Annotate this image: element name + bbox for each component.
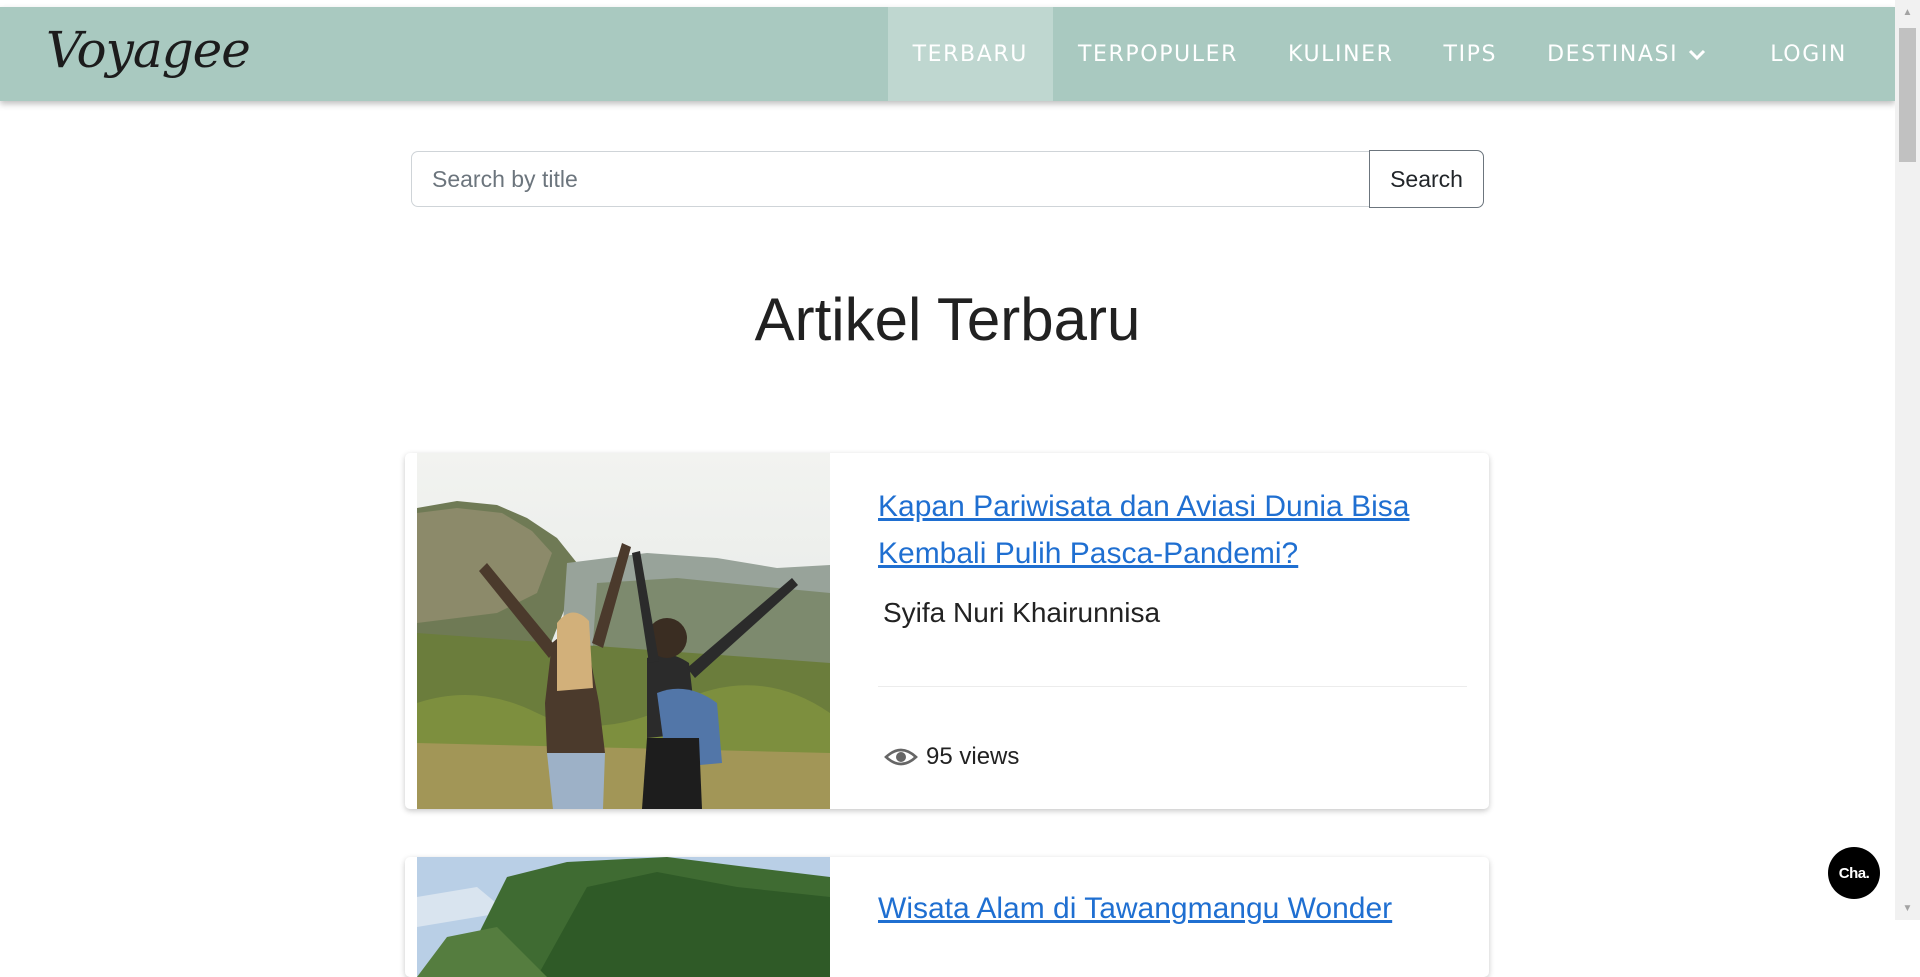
search-button[interactable]: Search <box>1369 150 1484 208</box>
article-body: Kapan Pariwisata dan Aviasi Dunia Bisa K… <box>878 483 1467 629</box>
nav-item-label: KULINER <box>1288 41 1394 67</box>
nav-item-kuliner[interactable]: KULINER <box>1263 7 1419 101</box>
nav-menu: TERBARU TERPOPULER KULINER TIPS DESTINAS… <box>887 7 1895 101</box>
article-card: Kapan Pariwisata dan Aviasi Dunia Bisa K… <box>405 453 1489 809</box>
article-thumbnail[interactable] <box>417 453 830 809</box>
eye-icon <box>884 748 918 766</box>
search-input[interactable] <box>411 151 1369 207</box>
scroll-up-arrow-icon[interactable]: ▲ <box>1895 3 1920 21</box>
chevron-down-icon <box>1688 42 1706 67</box>
article-thumbnail[interactable] <box>417 857 830 977</box>
travelers-photo <box>417 453 830 809</box>
page-title: Artikel Terbaru <box>754 286 1141 353</box>
chat-widget-button[interactable]: Cha. <box>1828 847 1880 899</box>
nav-item-label: LOGIN <box>1770 41 1847 67</box>
nav-item-login[interactable]: LOGIN <box>1745 7 1895 101</box>
article-title-link[interactable]: Wisata Alam di Tawangmangu Wonder <box>878 885 1467 932</box>
top-navbar: Voyagee TERBARU TERPOPULER KULINER TIPS … <box>0 7 1895 101</box>
scroll-down-arrow-icon[interactable]: ▼ <box>1895 899 1920 917</box>
nav-item-label: TERBARU <box>912 41 1028 67</box>
nav-item-label: TIPS <box>1443 41 1498 67</box>
article-card: Wisata Alam di Tawangmangu Wonder <box>405 857 1489 977</box>
page-scrollbar[interactable]: ▲ ▼ <box>1895 0 1920 920</box>
brand-logo[interactable]: Voyagee <box>46 21 251 79</box>
forest-photo <box>417 857 830 977</box>
article-title-link[interactable]: Kapan Pariwisata dan Aviasi Dunia Bisa K… <box>878 483 1467 577</box>
search-bar: Search <box>411 150 1484 208</box>
nav-item-destinasi-dropdown[interactable]: DESTINASI <box>1522 7 1731 101</box>
article-body: Wisata Alam di Tawangmangu Wonder <box>878 887 1467 932</box>
article-author: Syifa Nuri Khairunnisa <box>883 597 1161 628</box>
nav-item-terpopuler[interactable]: TERPOPULER <box>1053 7 1263 101</box>
article-views: 95 views <box>884 743 1019 771</box>
views-count: 95 views <box>926 743 1020 770</box>
nav-item-terbaru[interactable]: TERBARU <box>887 7 1053 101</box>
nav-item-label: DESTINASI <box>1547 41 1679 67</box>
scrollbar-thumb[interactable] <box>1899 28 1916 162</box>
divider <box>878 686 1467 687</box>
nav-item-label: TERPOPULER <box>1077 41 1239 67</box>
nav-item-tips[interactable]: TIPS <box>1419 7 1523 101</box>
